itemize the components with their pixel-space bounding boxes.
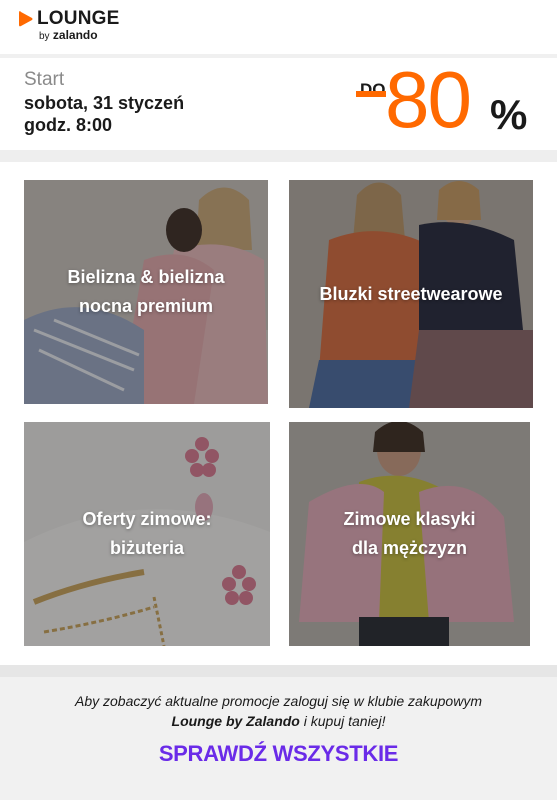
category-tile-lingerie[interactable]: Bielizna & bielizna nocna premium — [24, 180, 268, 404]
tile-caption: Bielizna & bielizna nocna premium — [67, 267, 225, 316]
category-tile-jewelry[interactable]: Oferty zimowe: biżuteria — [24, 422, 270, 646]
tile-caption: Oferty zimowe: biżuteria — [82, 509, 212, 558]
discount-value: 80 — [385, 55, 472, 144]
start-date: sobota, 31 styczeń — [24, 93, 185, 113]
logo-subline: by zalando — [39, 28, 98, 43]
discount-prefix: DO — [360, 80, 386, 99]
category-grid: Bielizna & bielizna nocna premium Bluzki… — [0, 162, 557, 665]
discount-minus-sign — [356, 91, 386, 97]
start-label: Start — [24, 69, 65, 90]
start-time: godz. 8:00 — [24, 115, 113, 135]
check-all-button[interactable]: SPRAWDŹ WSZYSTKIE — [0, 741, 557, 767]
lounge-logo[interactable]: LOUNGE by zalando — [18, 8, 120, 43]
section-divider — [0, 150, 557, 162]
header: LOUNGE by zalando — [0, 0, 557, 54]
discount-percent: % — [490, 91, 528, 138]
category-tile-streetwear[interactable]: Bluzki streetwearowe — [289, 180, 533, 408]
tile-caption: Zimowe klasyki dla mężczyzn — [343, 509, 476, 558]
category-tile-menswear[interactable]: Zimowe klasyki dla mężczyzn — [289, 422, 530, 646]
footer-brand: Lounge by Zalando — [171, 713, 300, 729]
tile-caption: Bluzki streetwearowe — [319, 283, 503, 304]
footer: Aby zobaczyć aktualne promocje zaloguj s… — [0, 665, 557, 800]
lounge-play-icon — [19, 11, 33, 27]
footer-text: Aby zobaczyć aktualne promocje zaloguj s… — [75, 693, 482, 729]
logo-wordmark: LOUNGE — [37, 8, 120, 29]
promo-banner[interactable]: Start sobota, 31 styczeń godz. 8:00 DO 8… — [0, 58, 557, 150]
